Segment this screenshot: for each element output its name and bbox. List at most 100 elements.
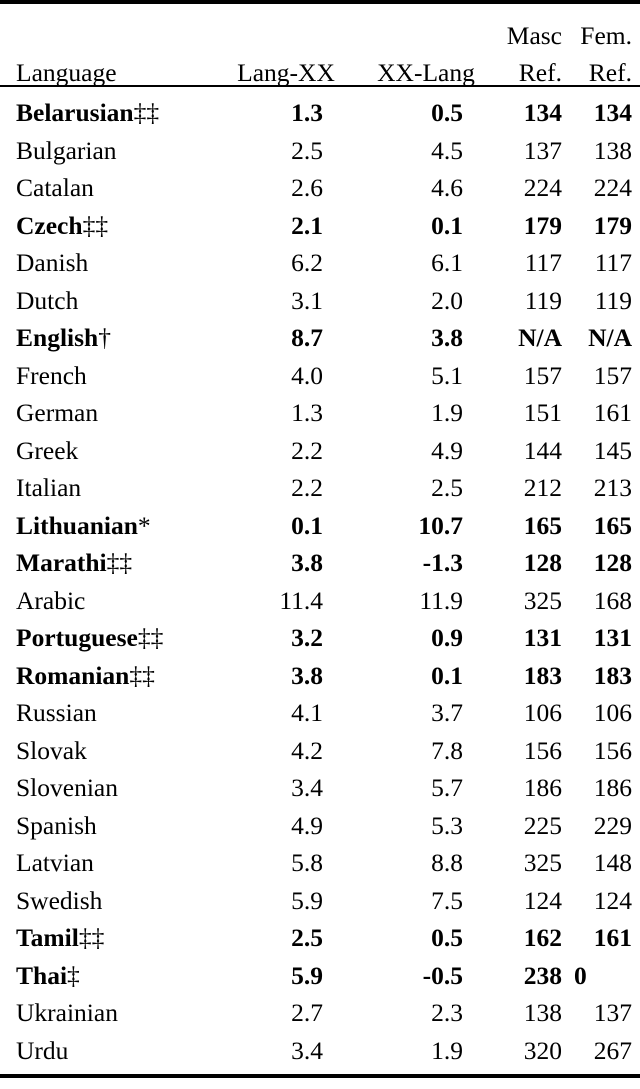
table-row: English† 8.7 3.8 N/A N/A <box>0 319 640 357</box>
cell-language: Slovenian <box>0 769 216 807</box>
cell-masc-ref: 157 <box>523 360 562 390</box>
table-row: German 1.3 1.9 151 161 <box>0 394 640 432</box>
cell-fem-ref: 138 <box>593 135 632 165</box>
cell-fem-ref: N/A <box>588 323 632 352</box>
language-label: Lithuanian <box>16 510 138 540</box>
cell-language: Marathi‡‡ <box>0 544 216 582</box>
language-label: Slovenian <box>16 773 118 802</box>
cell-fem-ref: 161 <box>593 923 632 952</box>
language-label: Spanish <box>16 810 97 840</box>
cell-fem-ref: 128 <box>593 548 632 577</box>
cell-xx-lang: 11.9 <box>419 585 463 615</box>
paper-table-figure: Language Lang-XX XX-Lang Masc Fem. Ref. … <box>0 0 640 1089</box>
cell-language: Tamil‡‡ <box>0 919 216 957</box>
cell-language: Italian <box>0 469 216 507</box>
cell-language: Danish <box>0 244 216 282</box>
language-footnote-marker: ‡‡ <box>78 923 105 952</box>
table-row: Thai‡ 5.9 -0.5 238 0 <box>0 957 640 995</box>
cell-xx-lang: 5.7 <box>431 773 463 802</box>
cell-fem-ref: 179 <box>593 210 632 240</box>
cell-xx-lang: 1.9 <box>431 1035 463 1065</box>
cell-language: Portuguese‡‡ <box>0 619 216 657</box>
table-row: Danish 6.2 6.1 117 117 <box>0 244 640 282</box>
cell-masc-ref: 124 <box>523 885 562 915</box>
cell-lang-xx: 2.5 <box>291 135 323 165</box>
cell-language: Lithuanian* <box>0 507 216 545</box>
cell-masc-ref: 137 <box>523 135 562 165</box>
cell-lang-xx: 11.4 <box>279 585 323 615</box>
language-label: Romanian <box>16 660 130 690</box>
column-subheader-fem-ref: Ref. <box>588 57 632 87</box>
cell-lang-xx: 2.5 <box>291 923 323 952</box>
language-label: Portuguese <box>16 623 138 652</box>
cell-lang-xx: 5.9 <box>291 960 323 990</box>
cell-fem-ref: 186 <box>593 773 632 802</box>
cell-fem-ref: 131 <box>593 623 632 652</box>
cell-fem-ref: 119 <box>594 285 632 315</box>
cell-xx-lang: 4.6 <box>431 173 463 202</box>
language-label: Slovak <box>16 735 87 765</box>
cell-fem-ref: 156 <box>593 735 632 765</box>
language-label: Bulgarian <box>16 135 117 165</box>
column-header-fem: Fem. <box>580 20 632 50</box>
table-row: Italian 2.2 2.5 212 213 <box>0 469 640 507</box>
cell-lang-xx: 2.2 <box>291 473 323 502</box>
cell-language: Belarusian‡‡ <box>0 87 216 132</box>
cell-xx-lang: 0.5 <box>431 98 463 127</box>
language-footnote-marker: ‡‡ <box>137 623 164 652</box>
cell-xx-lang: -1.3 <box>422 548 463 577</box>
cell-language: Arabic <box>0 582 216 620</box>
cell-masc-ref: 134 <box>523 98 562 127</box>
table-row: Urdu 3.4 1.9 320 267 <box>0 1032 640 1077</box>
cell-fem-ref: 165 <box>593 510 632 540</box>
cell-lang-xx: 3.1 <box>291 285 323 315</box>
cell-language: Slovak <box>0 732 216 770</box>
cell-fem-ref: 183 <box>593 660 632 690</box>
column-subheader-masc-ref: Ref. <box>518 57 562 87</box>
cell-xx-lang: 7.8 <box>431 735 463 765</box>
cell-xx-lang: 0.1 <box>431 210 463 240</box>
language-label: Danish <box>16 248 89 277</box>
cell-masc-ref: 212 <box>523 473 562 502</box>
cell-fem-ref: 145 <box>593 435 632 465</box>
cell-language: French <box>0 357 216 395</box>
cell-masc-ref: 325 <box>523 585 562 615</box>
table-bottomrule <box>0 1074 640 1080</box>
table-row: Belarusian‡‡ 1.3 0.5 134 134 <box>0 87 640 132</box>
language-footnote-marker: † <box>98 323 111 352</box>
cell-fem-ref: 157 <box>593 360 632 390</box>
language-footnote-marker: ‡‡ <box>106 548 133 577</box>
language-label: Swedish <box>16 885 103 915</box>
cell-lang-xx: 3.2 <box>291 623 323 652</box>
cell-xx-lang: 4.9 <box>431 435 463 465</box>
cell-fem-ref: 137 <box>593 998 632 1027</box>
cell-language: Romanian‡‡ <box>0 657 216 695</box>
language-label: Czech <box>16 210 83 240</box>
cell-lang-xx: 1.3 <box>291 398 323 427</box>
cell-xx-lang: -0.5 <box>422 960 463 990</box>
table-row: Dutch 3.1 2.0 119 119 <box>0 282 640 320</box>
cell-fem-ref: 117 <box>594 248 632 277</box>
table-row: Slovenian 3.4 5.7 186 186 <box>0 769 640 807</box>
table-row: Spanish 4.9 5.3 225 229 <box>0 807 640 845</box>
cell-lang-xx: 8.7 <box>291 323 323 352</box>
cell-xx-lang: 0.9 <box>431 623 463 652</box>
cell-xx-lang: 0.1 <box>431 660 463 690</box>
cell-xx-lang: 10.7 <box>418 510 463 540</box>
cell-lang-xx: 6.2 <box>291 248 323 277</box>
column-header-language: Language <box>16 57 117 87</box>
cell-language: Greek <box>0 432 216 470</box>
cell-masc-ref: 156 <box>523 735 562 765</box>
cell-fem-ref: 148 <box>593 848 632 877</box>
cell-xx-lang: 6.1 <box>431 248 463 277</box>
table-row: Arabic 11.4 11.9 325 168 <box>0 582 640 620</box>
cell-xx-lang: 2.0 <box>431 285 463 315</box>
table-row: Latvian 5.8 8.8 325 148 <box>0 844 640 882</box>
cell-masc-ref: 106 <box>523 698 562 727</box>
language-label: Ukrainian <box>16 998 118 1027</box>
language-footnote-marker: ‡‡ <box>82 210 109 240</box>
table-body: Belarusian‡‡ 1.3 0.5 134 134 Bulgarian 2.5 4.5 1… <box>0 87 640 1076</box>
table-row: Lithuanian* 0.1 10.7 165 165 <box>0 507 640 545</box>
cell-fem-ref: 168 <box>593 585 632 615</box>
cell-fem-ref: 106 <box>593 698 632 727</box>
